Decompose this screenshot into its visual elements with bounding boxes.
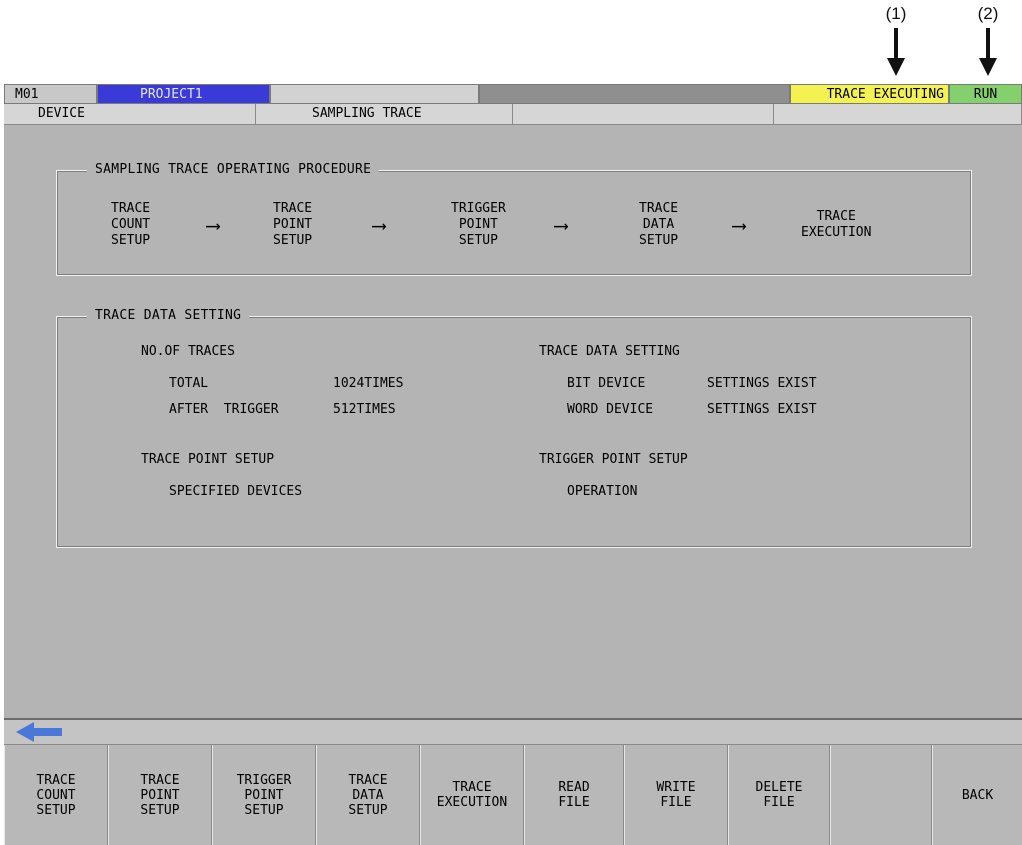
callout-2: (2): [968, 4, 1008, 76]
breadcrumb-sampling-trace[interactable]: SAMPLING TRACE: [256, 104, 513, 124]
procedure-arrow: ⟶: [555, 213, 568, 237]
procedure-step-trace-data: TRACE DATA SETUP: [639, 201, 679, 248]
total-value: 1024TIMES: [333, 376, 404, 391]
procedure-title: SAMPLING TRACE OPERATING PROCEDURE: [87, 161, 380, 179]
breadcrumb-blank: [774, 104, 1022, 124]
fkey-trace-data-setup[interactable]: TRACE DATA SETUP: [316, 745, 420, 845]
after-trigger-value: 512TIMES: [333, 402, 396, 417]
trace-data-heading: TRACE DATA SETTING: [539, 344, 680, 359]
word-device-value: SETTINGS EXIST: [707, 402, 817, 417]
fkey-trace-point-setup[interactable]: TRACE POINT SETUP: [108, 745, 212, 845]
left-arrow-icon[interactable]: [16, 722, 62, 742]
bit-device-label: BIT DEVICE: [567, 376, 646, 391]
navigation-bar: [4, 718, 1022, 744]
trace-status-indicator: TRACE EXECUTING: [790, 84, 949, 104]
status-bar: M01 PROJECT1 TRACE EXECUTING RUN: [4, 84, 1022, 104]
fkey-back[interactable]: BACK: [932, 745, 1022, 845]
status-blank: [270, 84, 479, 104]
procedure-step-trace-execution: TRACE EXECUTION: [801, 209, 872, 240]
status-blank-dark: [479, 84, 790, 104]
procedure-arrow: ⟶: [207, 213, 220, 237]
station-number: M01: [4, 84, 97, 104]
after-trigger-label: AFTER TRIGGER: [169, 402, 279, 417]
fkey-delete-file[interactable]: DELETE FILE: [728, 745, 830, 845]
procedure-group: SAMPLING TRACE OPERATING PROCEDURE TRACE…: [56, 161, 972, 276]
fkey-trace-count-setup[interactable]: TRACE COUNT SETUP: [4, 745, 108, 845]
cpu-status-indicator: RUN: [949, 84, 1022, 104]
down-arrow-icon: [887, 28, 905, 76]
no-of-traces-heading: NO.OF TRACES: [141, 344, 235, 359]
trace-data-setting-title: TRACE DATA SETTING: [87, 307, 250, 325]
trigger-point-heading: TRIGGER POINT SETUP: [539, 452, 688, 467]
callout-2-label: (2): [977, 4, 999, 23]
breadcrumb-device[interactable]: DEVICE: [4, 104, 256, 124]
fkey-read-file[interactable]: READ FILE: [524, 745, 624, 845]
breadcrumb: DEVICE SAMPLING TRACE: [4, 104, 1022, 125]
got-screen: M01 PROJECT1 TRACE EXECUTING RUN DEVICE …: [4, 84, 1022, 845]
fkey-write-file[interactable]: WRITE FILE: [624, 745, 728, 845]
procedure-step-trace-point: TRACE POINT SETUP: [273, 201, 313, 248]
procedure-step-trigger-point: TRIGGER POINT SETUP: [451, 201, 506, 248]
procedure-step-trace-count: TRACE COUNT SETUP: [111, 201, 151, 248]
procedure-arrow: ⟶: [373, 213, 386, 237]
project-name: PROJECT1: [97, 84, 270, 104]
fkey-trigger-point-setup[interactable]: TRIGGER POINT SETUP: [212, 745, 316, 845]
total-label: TOTAL: [169, 376, 209, 391]
trace-point-value: SPECIFIED DEVICES: [169, 484, 303, 499]
callout-1: (1): [876, 4, 916, 76]
down-arrow-icon: [979, 28, 997, 76]
fkey-blank: [830, 745, 932, 845]
word-device-label: WORD DEVICE: [567, 402, 654, 417]
procedure-arrow: ⟶: [733, 213, 746, 237]
function-key-bar: TRACE COUNT SETUP TRACE POINT SETUP TRIG…: [4, 744, 1022, 845]
callout-1-label: (1): [885, 4, 907, 23]
breadcrumb-blank: [513, 104, 774, 124]
trigger-point-value: OPERATION: [567, 484, 638, 499]
trace-point-heading: TRACE POINT SETUP: [141, 452, 275, 467]
bit-device-value: SETTINGS EXIST: [707, 376, 817, 391]
trace-data-setting-group: TRACE DATA SETTING NO.OF TRACES TOTAL 10…: [56, 307, 972, 548]
fkey-trace-execution[interactable]: TRACE EXECUTION: [420, 745, 524, 845]
